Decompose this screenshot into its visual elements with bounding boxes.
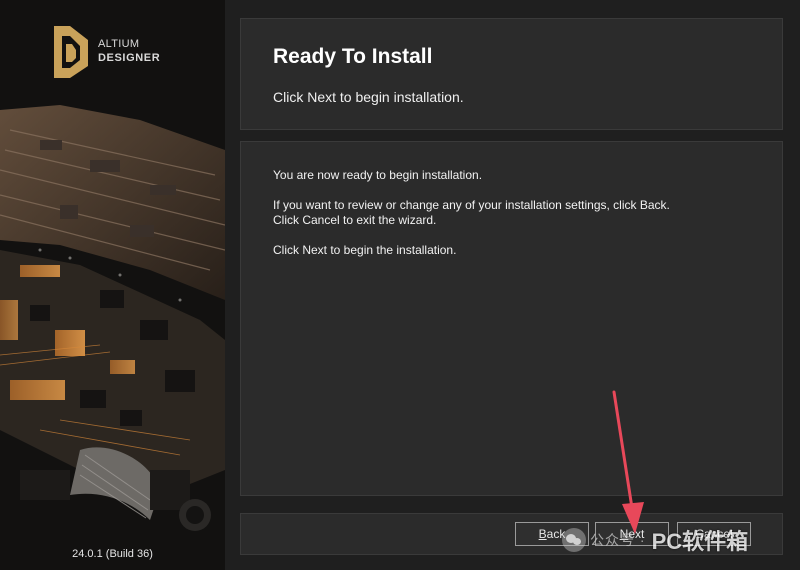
instruction-ready: You are now ready to begin installation. xyxy=(273,168,483,182)
wechat-icon xyxy=(562,528,586,552)
installer-window: ALTIUM DESIGNER 24.0.1 (Build 36) Ready … xyxy=(0,0,800,570)
watermark-brand-text: PC软件箱 xyxy=(651,529,749,554)
instruction-next: Click Next to begin the installation. xyxy=(273,243,457,257)
logo-wordmark: ALTIUM DESIGNER xyxy=(98,37,160,65)
watermark: 公众号 · PC软件箱 xyxy=(562,524,748,556)
instruction-cancel: Click Cancel to exit the wizard. xyxy=(273,213,437,227)
page-subtitle: Click Next to begin installation. xyxy=(273,89,464,105)
content-panel: You are now ready to begin installation.… xyxy=(240,141,783,496)
version-label: 24.0.1 (Build 36) xyxy=(72,548,153,560)
altium-logo: ALTIUM DESIGNER xyxy=(50,22,160,82)
page-header: Ready To Install Click Next to begin ins… xyxy=(240,18,783,130)
instruction-back: If you want to review or change any of y… xyxy=(273,198,670,212)
watermark-small-text: 公众号 · xyxy=(590,532,646,548)
pcb-illustration xyxy=(0,0,225,570)
instructions-text: You are now ready to begin installation.… xyxy=(273,168,753,273)
side-banner: ALTIUM DESIGNER 24.0.1 (Build 36) xyxy=(0,0,225,570)
page-title: Ready To Install xyxy=(273,45,433,68)
altium-logo-icon xyxy=(54,26,88,78)
logo-line-designer: DESIGNER xyxy=(98,52,161,64)
back-mnemonic: B xyxy=(538,527,547,541)
logo-line-altium: ALTIUM xyxy=(98,38,140,50)
